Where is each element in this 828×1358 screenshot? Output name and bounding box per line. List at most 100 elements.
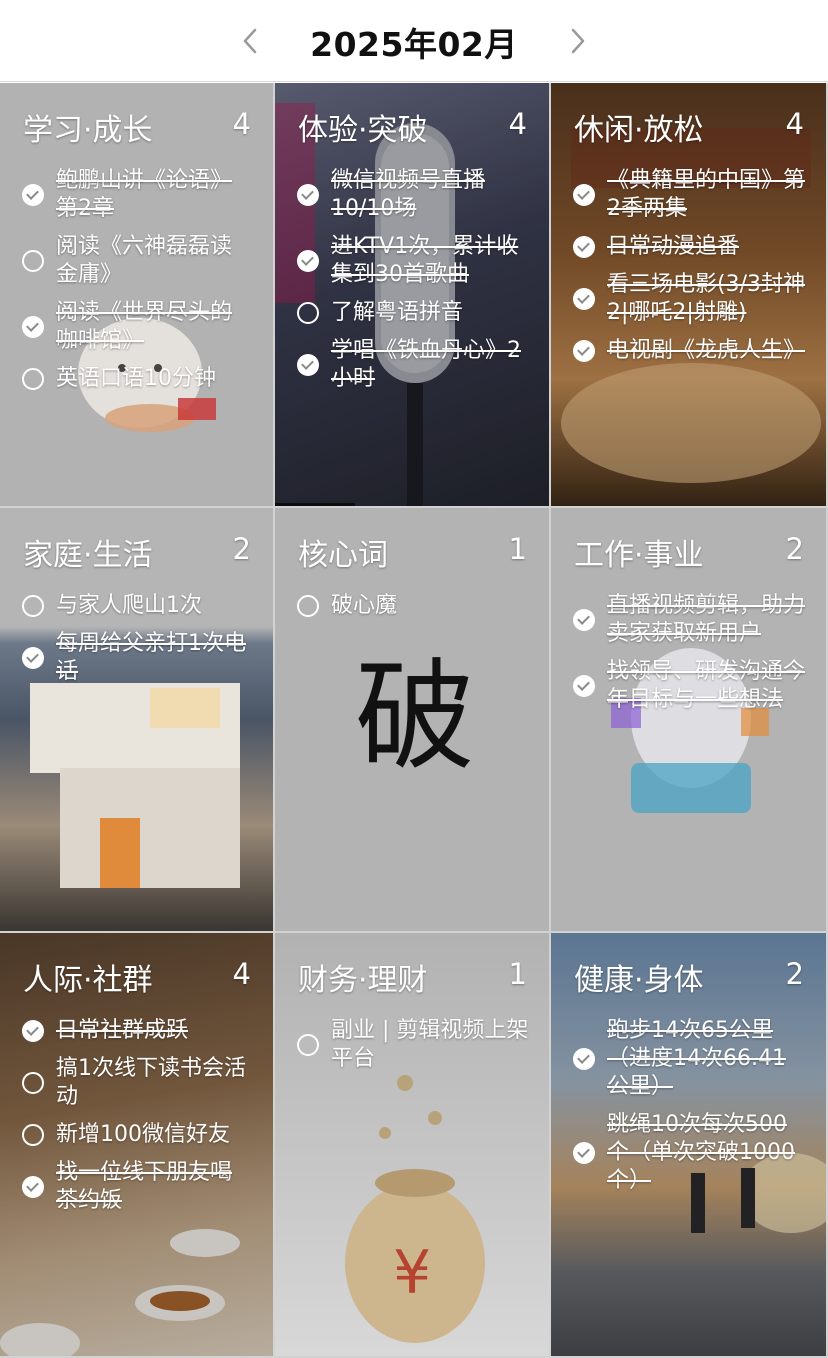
task-text: 《典籍里的中国》第2季两集 — [607, 168, 806, 221]
category-title: 体验·突破 — [298, 113, 428, 148]
task-count: 2 — [785, 957, 804, 991]
task-text: 每周给父亲打1次电话 — [56, 631, 246, 684]
grid-cell-study[interactable]: 学习·成长 4 鲍鹏山讲《论语》第2章 阅读《六神磊磊读金庸》 阅读《世界尽头的… — [0, 83, 275, 508]
grid-cell-leisure[interactable]: 休闲·放松 4 《典籍里的中国》第2季两集 日常动漫追番 看三场电影(3/3封神… — [551, 83, 828, 508]
checked-circle-icon[interactable] — [573, 184, 595, 206]
task-count: 4 — [232, 957, 251, 991]
task-list: 与家人爬山1次 每周给父亲打1次电话 — [22, 592, 253, 696]
task-text: 副业 | 剪辑视频上架平台 — [331, 1018, 529, 1071]
checked-circle-icon[interactable] — [573, 288, 595, 310]
task-item[interactable]: 破心魔 — [297, 592, 529, 620]
checked-circle-icon[interactable] — [297, 184, 319, 206]
task-count: 4 — [232, 107, 251, 141]
grid-cell-experience[interactable]: 体验·突破 4 微信视频号直播10/10场 进KTV1次，累计收集到30首歌曲 … — [275, 83, 551, 508]
task-text: 直播视频剪辑，助力卖家获取新用户 — [607, 593, 806, 646]
task-list: 鲍鹏山讲《论语》第2章 阅读《六神磊磊读金庸》 阅读《世界尽头的咖啡馆》 英语口… — [22, 167, 253, 403]
task-text: 鲍鹏山讲《论语》第2章 — [56, 168, 233, 221]
unchecked-circle-icon[interactable] — [22, 368, 44, 390]
task-text: 日常动漫追番 — [607, 234, 740, 259]
task-item[interactable]: 了解粤语拼音 — [297, 299, 529, 327]
task-item[interactable]: 直播视频剪辑，助力卖家获取新用户 — [573, 592, 806, 648]
task-count: 4 — [508, 107, 527, 141]
task-text: 进KTV1次，累计收集到30首歌曲 — [331, 234, 519, 287]
checked-circle-icon[interactable] — [22, 184, 44, 206]
unchecked-circle-icon[interactable] — [22, 1072, 44, 1094]
task-item[interactable]: 日常社群成跃 — [22, 1017, 253, 1045]
task-text: 英语口语10分钟 — [56, 366, 216, 391]
task-text: 了解粤语拼音 — [331, 300, 464, 325]
task-item[interactable]: 副业 | 剪辑视频上架平台 — [297, 1017, 529, 1073]
task-item[interactable]: 《典籍里的中国》第2季两集 — [573, 167, 806, 223]
checked-circle-icon[interactable] — [573, 1142, 595, 1164]
grid-cell-core-word[interactable]: 核心词 1 破心魔 破 — [275, 508, 551, 933]
unchecked-circle-icon[interactable] — [297, 1034, 319, 1056]
task-list: 日常社群成跃 搞1次线下读书会活动 新增100微信好友 找一位线下朋友喝茶约饭 — [22, 1017, 253, 1225]
task-item[interactable]: 每周给父亲打1次电话 — [22, 630, 253, 686]
checked-circle-icon[interactable] — [22, 1020, 44, 1042]
task-count: 2 — [232, 532, 251, 566]
checked-circle-icon[interactable] — [22, 1176, 44, 1198]
unchecked-circle-icon[interactable] — [297, 595, 319, 617]
grid-cell-family[interactable]: 家庭·生活 2 与家人爬山1次 每周给父亲打1次电话 — [0, 508, 275, 933]
category-title: 人际·社群 — [23, 963, 153, 998]
unchecked-circle-icon[interactable] — [22, 250, 44, 272]
grid-cell-finance[interactable]: ¥ 财务·理财 1 副业 | 剪辑视频上架平台 — [275, 933, 551, 1358]
month-title: 2025年02月 — [310, 25, 518, 64]
unchecked-circle-icon[interactable] — [22, 595, 44, 617]
category-title: 家庭·生活 — [23, 538, 153, 573]
category-title: 休闲·放松 — [574, 113, 704, 148]
checked-circle-icon[interactable] — [297, 250, 319, 272]
task-item[interactable]: 跑步14次65公里（进度14次66.41公里） — [573, 1017, 806, 1101]
task-count: 2 — [785, 532, 804, 566]
task-text: 破心魔 — [331, 593, 398, 618]
task-text: 找领导、研发沟通今年目标与一些想法 — [607, 659, 806, 712]
task-list: 《典籍里的中国》第2季两集 日常动漫追番 看三场电影(3/3封神2|哪吒2|射雕… — [573, 167, 806, 375]
task-list: 副业 | 剪辑视频上架平台 — [297, 1017, 529, 1083]
task-text: 搞1次线下读书会活动 — [56, 1056, 246, 1109]
grid-cell-work[interactable]: 工作·事业 2 直播视频剪辑，助力卖家获取新用户 找领导、研发沟通今年目标与一些… — [551, 508, 828, 933]
checked-circle-icon[interactable] — [573, 340, 595, 362]
task-count: 1 — [508, 957, 527, 991]
task-item[interactable]: 电视剧《龙虎人生》 — [573, 337, 806, 365]
task-text: 新增100微信好友 — [56, 1122, 230, 1147]
checked-circle-icon[interactable] — [573, 1048, 595, 1070]
grid-cell-social[interactable]: 人际·社群 4 日常社群成跃 搞1次线下读书会活动 新增100微信好友 找一位线… — [0, 933, 275, 1358]
task-item[interactable]: 找一位线下朋友喝茶约饭 — [22, 1159, 253, 1215]
unchecked-circle-icon[interactable] — [22, 1124, 44, 1146]
task-text: 学唱《铁血丹心》2小时 — [331, 338, 521, 391]
next-month-button[interactable] — [560, 24, 594, 58]
task-item[interactable]: 阅读《世界尽头的咖啡馆》 — [22, 299, 253, 355]
task-list: 破心魔 — [297, 592, 529, 630]
task-item[interactable]: 找领导、研发沟通今年目标与一些想法 — [573, 658, 806, 714]
checked-circle-icon[interactable] — [22, 316, 44, 338]
goal-grid: 学习·成长 4 鲍鹏山讲《论语》第2章 阅读《六神磊磊读金庸》 阅读《世界尽头的… — [0, 83, 828, 1358]
task-text: 看三场电影(3/3封神2|哪吒2|射雕) — [607, 272, 805, 325]
task-item[interactable]: 看三场电影(3/3封神2|哪吒2|射雕) — [573, 271, 806, 327]
chevron-right-icon — [571, 28, 585, 54]
task-text: 阅读《世界尽头的咖啡馆》 — [56, 300, 233, 353]
task-list: 微信视频号直播10/10场 进KTV1次，累计收集到30首歌曲 了解粤语拼音 学… — [297, 167, 529, 403]
task-item[interactable]: 阅读《六神磊磊读金庸》 — [22, 233, 253, 289]
checked-circle-icon[interactable] — [573, 236, 595, 258]
category-title: 财务·理财 — [298, 963, 428, 998]
task-item[interactable]: 跳绳10次每次500个（单次突破1000个） — [573, 1111, 806, 1195]
unchecked-circle-icon[interactable] — [297, 302, 319, 324]
month-header: 2025年02月 — [0, 0, 828, 82]
checked-circle-icon[interactable] — [573, 675, 595, 697]
task-item[interactable]: 进KTV1次，累计收集到30首歌曲 — [297, 233, 529, 289]
task-item[interactable]: 鲍鹏山讲《论语》第2章 — [22, 167, 253, 223]
checked-circle-icon[interactable] — [297, 354, 319, 376]
task-item[interactable]: 微信视频号直播10/10场 — [297, 167, 529, 223]
task-text: 电视剧《龙虎人生》 — [607, 338, 806, 363]
task-item[interactable]: 日常动漫追番 — [573, 233, 806, 261]
checked-circle-icon[interactable] — [22, 647, 44, 669]
grid-cell-health[interactable]: 健康·身体 2 跑步14次65公里（进度14次66.41公里） 跳绳10次每次5… — [551, 933, 828, 1358]
task-item[interactable]: 新增100微信好友 — [22, 1121, 253, 1149]
checked-circle-icon[interactable] — [573, 609, 595, 631]
task-text: 日常社群成跃 — [56, 1018, 189, 1043]
task-item[interactable]: 学唱《铁血丹心》2小时 — [297, 337, 529, 393]
task-text: 微信视频号直播10/10场 — [331, 168, 486, 221]
task-item[interactable]: 英语口语10分钟 — [22, 365, 253, 393]
task-item[interactable]: 搞1次线下读书会活动 — [22, 1055, 253, 1111]
task-item[interactable]: 与家人爬山1次 — [22, 592, 253, 620]
